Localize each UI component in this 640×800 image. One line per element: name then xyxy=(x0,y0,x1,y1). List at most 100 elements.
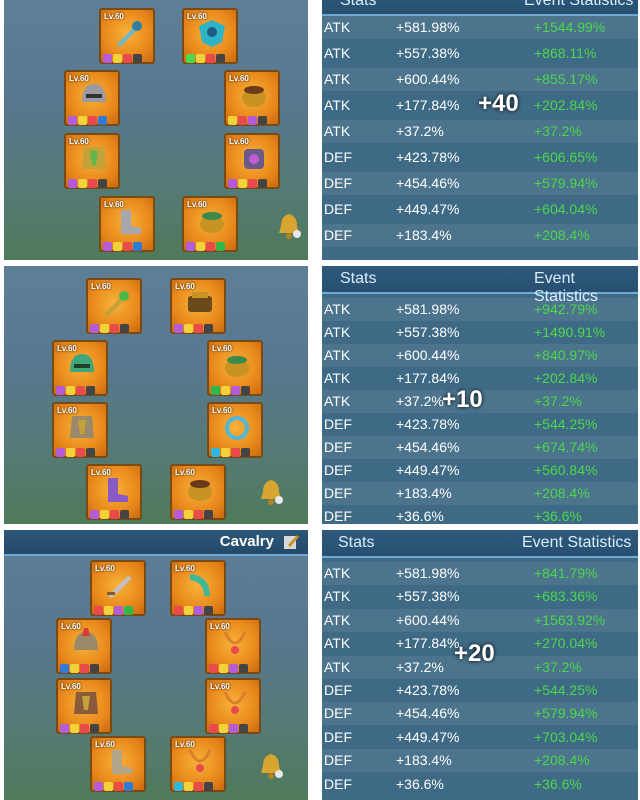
stat-event-value: +544.25% xyxy=(534,416,598,432)
equipment-slot-armor[interactable]: Lv.60 xyxy=(52,402,108,458)
stat-event-value: +868.11% xyxy=(534,45,597,61)
stat-row: ATK +37.2% +37.2% xyxy=(322,120,638,143)
gem-slots xyxy=(211,444,261,457)
stat-name: ATK xyxy=(324,611,351,628)
equipment-slot-boots[interactable]: Lv.60 xyxy=(86,464,142,520)
stat-base-value: +449.47% xyxy=(396,201,460,217)
relic-icon xyxy=(200,212,224,233)
equipment-slot-main-hand[interactable]: Lv.60 xyxy=(86,278,142,334)
equipment-slot-accessory-2[interactable]: Lv.60 xyxy=(205,678,261,734)
equipment-slot-accessory-1[interactable]: Lv.60 xyxy=(224,70,280,126)
stat-name: DEF xyxy=(324,705,352,722)
armor-icon xyxy=(70,416,94,438)
stat-name: ATK xyxy=(324,97,351,113)
equipment-slot-helmet[interactable]: Lv.60 xyxy=(56,618,112,674)
stat-name: DEF xyxy=(324,462,352,478)
equipment-slot-accessory-2[interactable]: Lv.60 xyxy=(224,133,280,189)
stat-name: DEF xyxy=(324,728,352,745)
equipment-slot-accessory-1[interactable]: Lv.60 xyxy=(207,340,263,396)
stat-event-value: +37.2% xyxy=(534,658,582,675)
stat-name: ATK xyxy=(324,370,351,386)
stat-row: DEF +36.6% +36.6% xyxy=(322,773,638,796)
stat-row: DEF +454.46% +579.94% xyxy=(322,172,638,195)
stat-row: DEF +423.78% +544.25% xyxy=(322,679,638,702)
equipment-slot-off-hand[interactable]: Lv.60 xyxy=(170,560,226,616)
stat-base-value: +177.84% xyxy=(396,370,460,386)
stat-row: ATK +557.38% +1490.91% xyxy=(322,321,638,344)
equipment-slot-helmet[interactable]: Lv.60 xyxy=(64,70,120,126)
relic-icon xyxy=(188,480,212,501)
stat-base-value: +37.2% xyxy=(396,123,444,139)
gem-slots xyxy=(68,112,118,125)
sword-icon xyxy=(107,576,132,598)
stat-base-value: +449.47% xyxy=(396,728,460,745)
overlay-label: +40 xyxy=(478,90,519,117)
gem-slots xyxy=(186,50,236,63)
stat-event-value: +202.84% xyxy=(534,97,598,113)
event-header-label: Event Statistics xyxy=(522,534,632,551)
stat-base-value: +423.78% xyxy=(396,682,460,698)
stat-event-value: +840.97% xyxy=(534,347,598,363)
shield-icon xyxy=(199,20,225,47)
stat-base-value: +454.46% xyxy=(396,175,460,191)
stat-base-value: +177.84% xyxy=(396,97,460,113)
equipment-slot-helmet[interactable]: Lv.60 xyxy=(52,340,108,396)
stat-event-value: +942.79% xyxy=(534,301,598,317)
equipment-slot-accessory-2[interactable]: Lv.60 xyxy=(207,402,263,458)
stat-name: ATK xyxy=(324,658,351,675)
stat-event-value: +36.6% xyxy=(534,508,582,524)
stat-base-value: +423.78% xyxy=(396,416,460,432)
stat-base-value: +37.2% xyxy=(396,658,444,675)
equipment-slot-armor[interactable]: Lv.60 xyxy=(56,678,112,734)
stat-event-value: +560.84% xyxy=(534,462,598,478)
equipment-slot-accessory-3[interactable]: Lv.60 xyxy=(182,196,238,252)
bell-settings-icon[interactable] xyxy=(258,478,284,506)
stat-event-value: +579.94% xyxy=(534,705,598,722)
event-header-label: Event Statistics xyxy=(524,0,634,9)
equipment-slot-main-hand[interactable]: Lv.60 xyxy=(90,560,146,616)
gem-slots xyxy=(90,320,140,333)
stat-event-value: +1544.99% xyxy=(534,19,606,35)
stat-name: ATK xyxy=(324,635,351,652)
boots-icon xyxy=(108,478,128,502)
stat-name: DEF xyxy=(324,416,352,432)
gem-slots xyxy=(90,506,140,519)
stat-row: DEF +36.6% +36.6% xyxy=(322,505,638,524)
equipment-slot-accessory-3[interactable]: Lv.60 xyxy=(170,736,226,792)
equipment-slot-accessory-3[interactable]: Lv.60 xyxy=(170,464,226,520)
stat-name: ATK xyxy=(324,393,351,409)
gem-slots xyxy=(94,778,144,791)
troop-type-bar: Cavalry xyxy=(4,530,308,556)
gem-slots xyxy=(228,175,278,188)
relic-icon xyxy=(242,86,266,107)
gem-slots xyxy=(174,778,224,791)
helmet-icon xyxy=(74,628,98,650)
equipment-slot-off-hand[interactable]: Lv.60 xyxy=(170,278,226,334)
stats-table: Stats Event Statistics ATK +581.98% +1544.… xyxy=(322,0,638,260)
gem-slots xyxy=(211,382,261,395)
gem-slots xyxy=(174,320,224,333)
stat-event-value: +1563.92% xyxy=(534,611,606,628)
boots-icon xyxy=(121,210,141,234)
equipment-slot-off-hand[interactable]: Lv.60 xyxy=(182,8,238,64)
equipment-slot-armor[interactable]: Lv.60 xyxy=(64,133,120,189)
edit-icon[interactable] xyxy=(282,533,300,551)
relic-icon xyxy=(225,356,249,377)
stat-event-value: +208.4% xyxy=(534,752,590,769)
stat-name: DEF xyxy=(324,175,352,191)
gem-slots xyxy=(174,602,224,615)
equipment-slot-boots[interactable]: Lv.60 xyxy=(99,196,155,252)
bell-settings-icon[interactable] xyxy=(258,752,284,780)
stat-event-value: +208.4% xyxy=(534,227,590,243)
equipment-slot-accessory-1[interactable]: Lv.60 xyxy=(205,618,261,674)
stat-row: ATK +600.44% +840.97% xyxy=(322,344,638,367)
stats-header: Stats Event Statistics xyxy=(322,530,638,558)
stat-base-value: +581.98% xyxy=(396,565,460,581)
equipment-slot-boots[interactable]: Lv.60 xyxy=(90,736,146,792)
stat-base-value: +557.38% xyxy=(396,45,460,61)
equipment-slot-main-hand[interactable]: Lv.60 xyxy=(99,8,155,64)
stats-header-label: Stats xyxy=(338,534,375,551)
bell-settings-icon[interactable] xyxy=(276,212,302,240)
stat-row: DEF +183.4% +208.4% xyxy=(322,482,638,505)
necklace-icon xyxy=(223,691,247,714)
